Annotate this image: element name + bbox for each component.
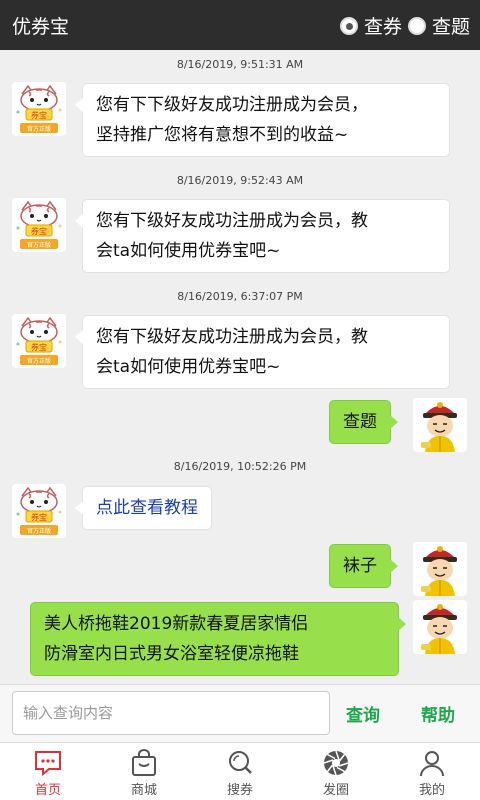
message-bubble[interactable]: 您有下下级好友成功注册成为会员， 坚持推广您将有意想不到的收益~: [75, 83, 450, 157]
bot-avatar[interactable]: 券宝 官方正版: [12, 82, 66, 136]
bot-badge-text: 券宝: [31, 512, 47, 522]
message-line: 美人桥拖鞋2019新款春夏居家情侣: [44, 614, 309, 634]
bot-avatar[interactable]: 券宝 官方正版: [12, 198, 66, 252]
emperor-avatar-icon: [413, 600, 467, 654]
bot-badge-text: 券宝: [31, 110, 47, 120]
shopping-bag-icon: [132, 749, 156, 776]
user-message-bubble[interactable]: 袜子: [329, 544, 398, 588]
chat-area[interactable]: 8/16/2019, 9:51:31 AM 券宝 官方正版 您有下下级好友成功注…: [0, 50, 480, 684]
help-button[interactable]: 帮助: [421, 701, 455, 726]
message-timestamp: 8/16/2019, 6:37:07 PM: [177, 290, 303, 303]
radio-option-coupon[interactable]: 查券: [339, 12, 402, 39]
tab-label: 我的: [418, 783, 445, 798]
bot-avatar[interactable]: 券宝 官方正版: [12, 314, 66, 368]
cat-mascot-icon: 券宝 官方正版: [12, 82, 66, 136]
message-line: 会ta如何使用优券宝吧~: [96, 241, 281, 261]
tab-moments[interactable]: 发圈: [288, 743, 384, 800]
tab-home[interactable]: 首页: [0, 743, 96, 800]
cat-mascot-icon: 券宝 官方正版: [12, 484, 66, 538]
tab-profile[interactable]: 我的: [384, 743, 480, 800]
message-line: 会ta如何使用优券宝吧~: [96, 357, 281, 377]
user-avatar[interactable]: [413, 542, 467, 596]
cat-mascot-icon: 券宝 官方正版: [12, 314, 66, 368]
user-icon: [420, 751, 444, 777]
message-line: 您有下下级好友成功注册成为会员，: [96, 95, 368, 115]
message-bubble[interactable]: 您有下级好友成功注册成为会员，教 会ta如何使用优券宝吧~: [75, 199, 450, 273]
user-avatar[interactable]: [413, 398, 467, 452]
tab-mall[interactable]: 商城: [96, 743, 192, 800]
message-line: 坚持推广您将有意想不到的收益~: [96, 125, 349, 145]
bot-caption-text: 官方正版: [27, 527, 51, 535]
bot-badge-text: 券宝: [31, 342, 47, 352]
tab-label: 首页: [34, 783, 61, 798]
message-line: 防滑室内日式男女浴室轻便凉拖鞋: [44, 644, 299, 664]
radio-option-question[interactable]: 查题: [407, 12, 470, 39]
tutorial-link[interactable]: 点此查看教程: [96, 498, 198, 518]
aperture-icon: [323, 750, 349, 776]
message-timestamp: 8/16/2019, 10:52:26 PM: [173, 460, 307, 473]
message-bubble: 点此查看教程: [75, 486, 212, 530]
radio-label-coupon: 查券: [363, 16, 402, 38]
bot-badge-text: 券宝: [31, 226, 47, 236]
bot-avatar[interactable]: 券宝 官方正版: [12, 484, 66, 538]
radio-unselected-icon: [407, 16, 426, 35]
top-bar: 优券宝 查券 查题: [0, 0, 480, 50]
message-timestamp: 8/16/2019, 9:51:31 AM: [176, 58, 304, 71]
query-input[interactable]: [12, 691, 330, 735]
emperor-avatar-icon: [413, 542, 467, 596]
tab-label: 发圈: [322, 783, 349, 798]
message-line: 查题: [343, 412, 377, 432]
radio-selected-icon: [339, 16, 358, 35]
message-bubble[interactable]: 您有下级好友成功注册成为会员，教 会ta如何使用优券宝吧~: [75, 315, 450, 389]
message-line: 您有下级好友成功注册成为会员，教: [96, 211, 368, 231]
bot-caption-text: 官方正版: [27, 125, 51, 133]
message-line: 您有下级好友成功注册成为会员，教: [96, 327, 368, 347]
search-button[interactable]: 查询: [346, 701, 380, 726]
app-title: 优券宝: [12, 16, 70, 38]
user-avatar[interactable]: [413, 600, 467, 654]
search-mode-radio-group: 查券 查题: [334, 12, 470, 39]
search-icon: [229, 751, 252, 774]
bot-caption-text: 官方正版: [27, 357, 51, 365]
tab-label: 搜券: [226, 783, 253, 798]
user-message-bubble[interactable]: 查题: [329, 400, 398, 444]
emperor-avatar-icon: [413, 398, 467, 452]
user-message-bubble[interactable]: 美人桥拖鞋2019新款春夏居家情侣 防滑室内日式男女浴室轻便凉拖鞋: [30, 602, 406, 676]
tab-search-coupons[interactable]: 搜券: [192, 743, 288, 800]
radio-label-question: 查题: [431, 16, 470, 38]
message-timestamp: 8/16/2019, 9:52:43 AM: [176, 174, 304, 187]
message-line: 袜子: [343, 556, 377, 576]
tab-label: 商城: [130, 783, 157, 798]
bottom-tab-bar: 首页 商城 搜券 发圈 我的: [0, 742, 480, 800]
cat-mascot-icon: 券宝 官方正版: [12, 198, 66, 252]
message-icon: [35, 751, 61, 777]
bot-caption-text: 官方正版: [27, 241, 51, 249]
query-input-bar: 查询 帮助: [0, 684, 480, 742]
